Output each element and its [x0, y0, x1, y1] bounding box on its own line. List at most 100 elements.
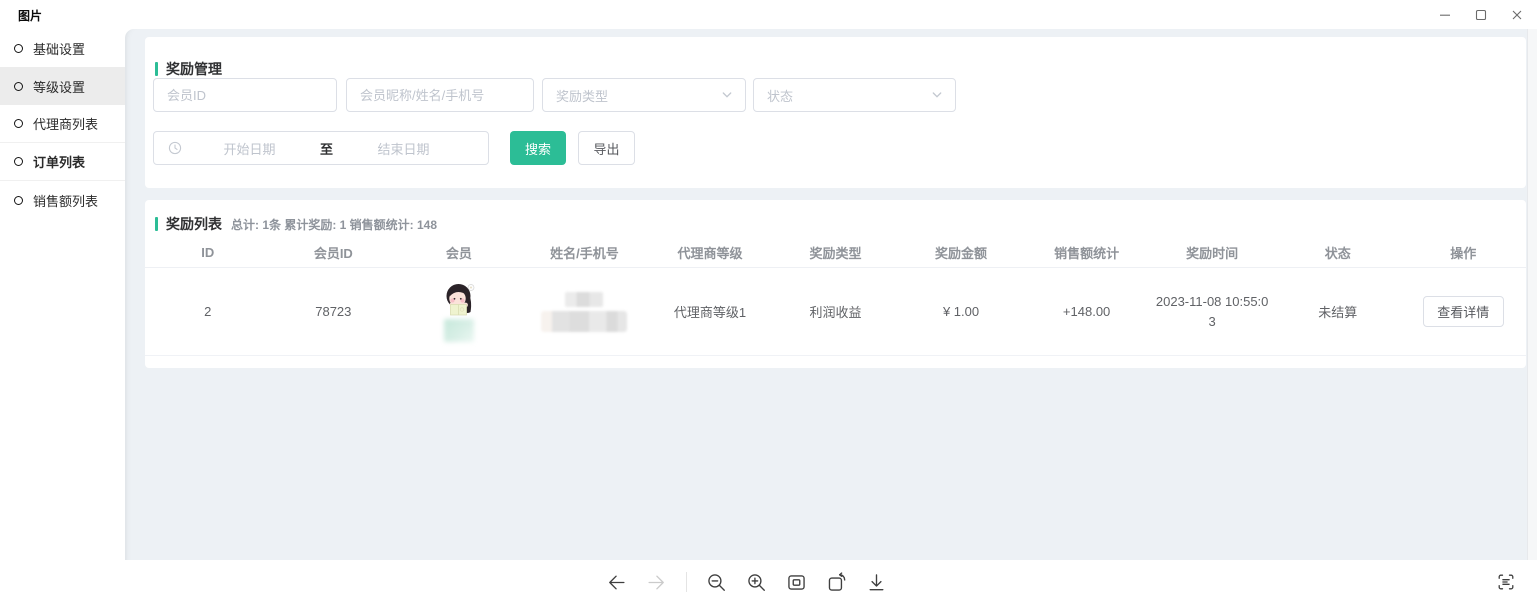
cell-reward-type: 利润收益 — [773, 302, 899, 321]
sidebar-item-label: 基础设置 — [33, 39, 85, 58]
section-marker — [155, 217, 158, 231]
zoom-out-button[interactable] — [706, 572, 727, 593]
sidebar-item-label: 销售额列表 — [33, 191, 98, 210]
cell-id: 2 — [145, 304, 271, 319]
rotate-button[interactable] — [826, 572, 847, 593]
export-button[interactable]: 导出 — [578, 131, 635, 165]
sidebar: 基础设置 等级设置 代理商列表 订单列表 销售额列表 — [0, 29, 125, 560]
toolbar-divider — [686, 572, 687, 592]
avatar-stack — [441, 282, 477, 342]
sidebar-item-order-list[interactable]: 订单列表 — [0, 143, 125, 181]
status-select[interactable]: 状态 — [753, 78, 956, 112]
cell-sales-total: +148.00 — [1024, 304, 1150, 319]
circle-icon — [14, 119, 23, 128]
forward-button[interactable] — [646, 572, 667, 593]
column-header-status: 状态 — [1275, 243, 1401, 262]
column-header-member: 会员 — [396, 243, 522, 262]
window-titlebar: 图片 — [0, 0, 1537, 29]
viewer-tool-group — [606, 560, 887, 604]
filter-row-1: 奖励类型 状态 — [153, 78, 956, 112]
back-button[interactable] — [606, 572, 627, 593]
zoom-in-button[interactable] — [746, 572, 767, 593]
reward-list-card: 奖励列表 总计: 1条 累计奖励: 1 销售额统计: 148 ID 会员ID 会… — [145, 200, 1526, 368]
clock-icon — [167, 140, 183, 156]
table-row: 2 78723 — [145, 268, 1526, 356]
reward-type-placeholder: 奖励类型 — [556, 86, 608, 105]
zoom-in-icon — [746, 572, 767, 593]
sidebar-item-label: 等级设置 — [33, 77, 85, 96]
download-icon — [866, 572, 887, 593]
cell-reward-amount: ¥ 1.00 — [898, 304, 1024, 319]
arrow-left-icon — [606, 572, 627, 593]
cell-member — [396, 282, 522, 342]
circle-icon — [14, 44, 23, 53]
reward-management-card: 奖励管理 奖励类型 状态 — [145, 37, 1526, 188]
column-header-reward-time: 奖励时间 — [1149, 243, 1275, 262]
chevron-down-icon — [929, 87, 945, 103]
blurred-phone — [541, 311, 627, 332]
circle-icon — [14, 157, 23, 166]
fit-to-window-icon — [786, 572, 807, 593]
start-date-placeholder: 开始日期 — [183, 139, 316, 158]
section-title: 奖励列表 — [166, 214, 222, 234]
text-extract-button[interactable] — [1495, 572, 1516, 593]
column-header-action: 操作 — [1400, 243, 1526, 262]
date-range-picker[interactable]: 开始日期 至 结束日期 — [153, 131, 489, 165]
reward-type-select[interactable]: 奖励类型 — [542, 78, 746, 112]
sidebar-item-agent-list[interactable]: 代理商列表 — [0, 105, 125, 143]
sidebar-item-basic-settings[interactable]: 基础设置 — [0, 29, 125, 67]
column-header-id: ID — [145, 245, 271, 260]
list-summary: 总计: 1条 累计奖励: 1 销售额统计: 148 — [231, 216, 437, 233]
cell-agent-level: 代理商等级1 — [647, 302, 773, 321]
download-button[interactable] — [866, 572, 887, 593]
section-title: 奖励管理 — [166, 59, 222, 79]
column-header-member-id: 会员ID — [271, 243, 397, 262]
minimize-button[interactable] — [1427, 0, 1463, 29]
search-button[interactable]: 搜索 — [510, 131, 566, 165]
filter-row-2: 开始日期 至 结束日期 搜索 导出 — [153, 131, 635, 165]
column-header-reward-type: 奖励类型 — [773, 243, 899, 262]
sidebar-item-label: 订单列表 — [33, 152, 85, 171]
arrow-right-icon — [646, 572, 667, 593]
viewer-tool-right — [1495, 560, 1516, 604]
fit-to-window-button[interactable] — [786, 572, 807, 593]
vertical-scrollbar[interactable] — [1527, 29, 1537, 560]
reward-time-text: 2023-11-08 10:55:03 — [1153, 292, 1271, 332]
blurred-avatar-artifact — [444, 319, 474, 342]
column-header-sales-total: 销售额统计 — [1024, 243, 1150, 262]
viewer-toolbar — [0, 560, 1537, 604]
column-header-reward-amount: 奖励金额 — [898, 243, 1024, 262]
column-header-agent-level: 代理商等级 — [647, 243, 773, 262]
blurred-name — [565, 292, 603, 307]
cell-name-phone — [522, 292, 648, 332]
sidebar-item-level-settings[interactable]: 等级设置 — [0, 67, 125, 105]
maximize-icon — [1473, 7, 1489, 23]
cell-action: 查看详情 — [1400, 296, 1526, 327]
minimize-icon — [1437, 7, 1453, 23]
sidebar-item-label: 代理商列表 — [33, 114, 98, 133]
status-placeholder: 状态 — [767, 86, 793, 105]
text-extract-icon — [1496, 572, 1516, 592]
circle-icon — [14, 82, 23, 91]
chevron-down-icon — [719, 87, 735, 103]
sidebar-item-sales-list[interactable]: 销售额列表 — [0, 181, 125, 219]
content-area: 奖励管理 奖励类型 状态 — [125, 29, 1527, 560]
zoom-out-icon — [706, 572, 727, 593]
view-details-button[interactable]: 查看详情 — [1423, 296, 1504, 327]
window-title: 图片 — [18, 7, 42, 24]
maximize-button[interactable] — [1463, 0, 1499, 29]
section-marker — [155, 62, 158, 76]
image-display-area: 基础设置 等级设置 代理商列表 订单列表 销售额列表 奖励管理 — [0, 29, 1537, 560]
member-avatar — [441, 282, 477, 318]
member-info-input[interactable] — [346, 78, 534, 112]
date-separator: 至 — [316, 139, 337, 158]
member-id-input[interactable] — [153, 78, 337, 112]
table-header: ID 会员ID 会员 姓名/手机号 代理商等级 奖励类型 奖励金额 销售额统计 … — [145, 238, 1526, 268]
window-controls — [1427, 0, 1535, 29]
end-date-placeholder: 结束日期 — [337, 139, 470, 158]
section-header: 奖励管理 — [155, 59, 222, 79]
circle-icon — [14, 196, 23, 205]
cell-member-id: 78723 — [271, 304, 397, 319]
section-header: 奖励列表 总计: 1条 累计奖励: 1 销售额统计: 148 — [155, 214, 437, 234]
close-button[interactable] — [1499, 0, 1535, 29]
